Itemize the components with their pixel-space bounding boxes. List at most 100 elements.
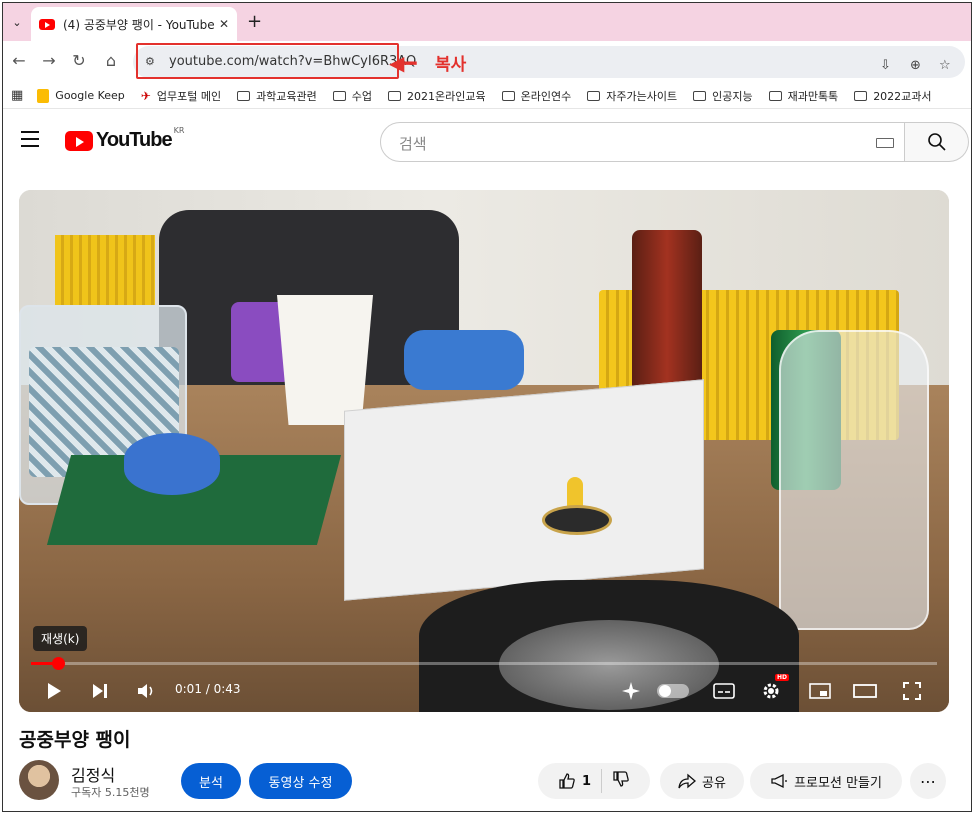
bookmark-label: 자주가는사이트: [606, 89, 678, 103]
more-actions-button[interactable]: ⋯: [910, 763, 946, 799]
search-input[interactable]: 검색: [380, 122, 905, 162]
play-button[interactable]: [45, 680, 63, 702]
next-icon: [93, 684, 107, 698]
bookmarks-bar: ▦ Google Keep ✈ 업무포털 메인 과학교육관련 수업 2021온라인…: [3, 83, 971, 109]
bookmark-folder[interactable]: 수업: [332, 88, 373, 104]
next-button[interactable]: [91, 680, 109, 702]
tab-close-icon[interactable]: ✕: [219, 17, 229, 31]
bookmark-folder[interactable]: 2021온라인교육: [388, 88, 486, 104]
bookmark-label: 2022교과서: [873, 89, 932, 103]
share-icon: [678, 773, 697, 789]
ai-sparkle-button[interactable]: [622, 680, 642, 702]
apps-grid-icon[interactable]: ▦: [11, 88, 23, 103]
youtube-play-logo-icon: [65, 130, 93, 151]
share-label: 공유: [702, 775, 726, 791]
folder-icon: [854, 90, 868, 101]
folder-icon: [332, 90, 346, 101]
url-highlight-box: [136, 43, 399, 79]
back-arrow-icon[interactable]: ←: [9, 51, 29, 70]
miniplayer-button[interactable]: [809, 680, 831, 702]
youtube-favicon-icon: [39, 18, 55, 30]
keyboard-icon[interactable]: [876, 138, 894, 148]
play-tooltip: 재생(k): [33, 626, 88, 651]
thumbs-down-icon: [613, 771, 629, 787]
play-icon: [48, 683, 61, 699]
bookmark-item[interactable]: ✈ 업무포털 메인: [141, 88, 221, 104]
bookmark-folder[interactable]: 온라인연수: [501, 88, 572, 104]
video-frame-cap: [124, 433, 220, 495]
video-frame-cup: [277, 295, 373, 425]
folder-icon: [388, 90, 402, 101]
annotation-arrow-icon: ◀━: [389, 51, 417, 75]
hd-badge: HD: [775, 674, 790, 681]
settings-button[interactable]: [761, 680, 781, 702]
new-tab-button[interactable]: +: [247, 11, 262, 32]
megaphone-icon: [771, 773, 788, 789]
share-button[interactable]: 공유: [660, 763, 744, 799]
search-placeholder: 검색: [399, 135, 427, 153]
sparkle-icon: [622, 682, 640, 700]
channel-avatar[interactable]: [19, 760, 59, 800]
bookmark-folder[interactable]: 인공지능: [693, 88, 753, 104]
search-button[interactable]: [905, 122, 969, 162]
subtitles-button[interactable]: [713, 680, 735, 702]
forward-arrow-icon[interactable]: →: [39, 51, 59, 70]
tab-search-button[interactable]: ⌄: [7, 12, 27, 32]
video-frame-object: [404, 330, 524, 390]
bookmark-label: 수업: [351, 89, 373, 103]
pin-icon: ✈: [140, 88, 151, 103]
bookmark-label: 온라인연수: [520, 89, 572, 103]
folder-icon: [768, 90, 782, 101]
menu-icon[interactable]: [21, 131, 39, 152]
gear-icon: [763, 683, 779, 699]
folder-icon: [587, 90, 601, 101]
bookmark-label: 업무포털 메인: [156, 89, 222, 103]
channel-name[interactable]: 김정식: [71, 762, 115, 786]
edit-video-button[interactable]: 동영상 수정: [249, 763, 352, 799]
annotation-label: 복사: [435, 55, 467, 75]
analytics-button[interactable]: 분석: [181, 763, 241, 799]
search-icon: [927, 133, 946, 151]
thumbs-up-icon: [559, 773, 575, 789]
bookmark-star-icon[interactable]: ☆: [939, 58, 951, 73]
volume-button[interactable]: [137, 680, 157, 702]
bookmark-label: 과학교육관련: [256, 89, 317, 103]
bookmark-folder[interactable]: 자주가는사이트: [587, 88, 677, 104]
bookmark-folder[interactable]: 2022교과서: [854, 88, 932, 104]
bookmark-label: Google Keep: [55, 89, 125, 102]
fullscreen-button[interactable]: [903, 680, 921, 702]
video-frame-top: [542, 505, 612, 535]
fullscreen-icon: [903, 682, 921, 700]
install-app-icon[interactable]: ⇩: [880, 58, 891, 73]
reload-icon[interactable]: ↻: [69, 51, 89, 70]
dislike-button[interactable]: [612, 770, 630, 792]
video-frame-basket: [55, 235, 155, 305]
promote-label: 프로모션 만들기: [794, 775, 882, 791]
bookmark-label: 2021온라인교육: [407, 89, 486, 103]
bookmark-item[interactable]: Google Keep: [37, 88, 125, 103]
youtube-logo[interactable]: YouTube KR: [65, 126, 184, 152]
tab-strip: ⌄ (4) 공중부양 팽이 - YouTube ✕ +: [3, 3, 971, 41]
theater-mode-button[interactable]: [853, 680, 877, 702]
subscriber-count: 구독자 5.15천명: [71, 786, 150, 799]
home-icon[interactable]: ⌂: [101, 51, 121, 70]
folder-icon: [693, 90, 707, 101]
autoplay-toggle[interactable]: [657, 684, 689, 698]
bookmark-label: 재과만톡톡: [787, 89, 839, 103]
youtube-header: YouTube KR 검색: [3, 109, 971, 171]
promote-button[interactable]: 프로모션 만들기: [750, 763, 902, 799]
tab-title: (4) 공중부양 팽이 - YouTube: [63, 17, 215, 32]
bookmark-label: 인공지능: [712, 89, 753, 103]
video-frame-box: [344, 379, 704, 601]
folder-icon: [237, 90, 251, 101]
progress-bar[interactable]: [31, 657, 937, 670]
keep-icon: [37, 88, 50, 103]
video-player[interactable]: 재생(k) 0:01 / 0:43 HD: [19, 190, 949, 712]
tab-youtube[interactable]: (4) 공중부양 팽이 - YouTube ✕: [31, 7, 237, 41]
bookmark-folder[interactable]: 재과만톡톡: [768, 88, 839, 104]
divider: [601, 769, 603, 793]
subtitles-icon: [713, 683, 735, 699]
like-button[interactable]: 1: [558, 772, 591, 790]
zoom-icon[interactable]: ⊕: [910, 58, 921, 73]
bookmark-folder[interactable]: 과학교육관련: [237, 88, 317, 104]
